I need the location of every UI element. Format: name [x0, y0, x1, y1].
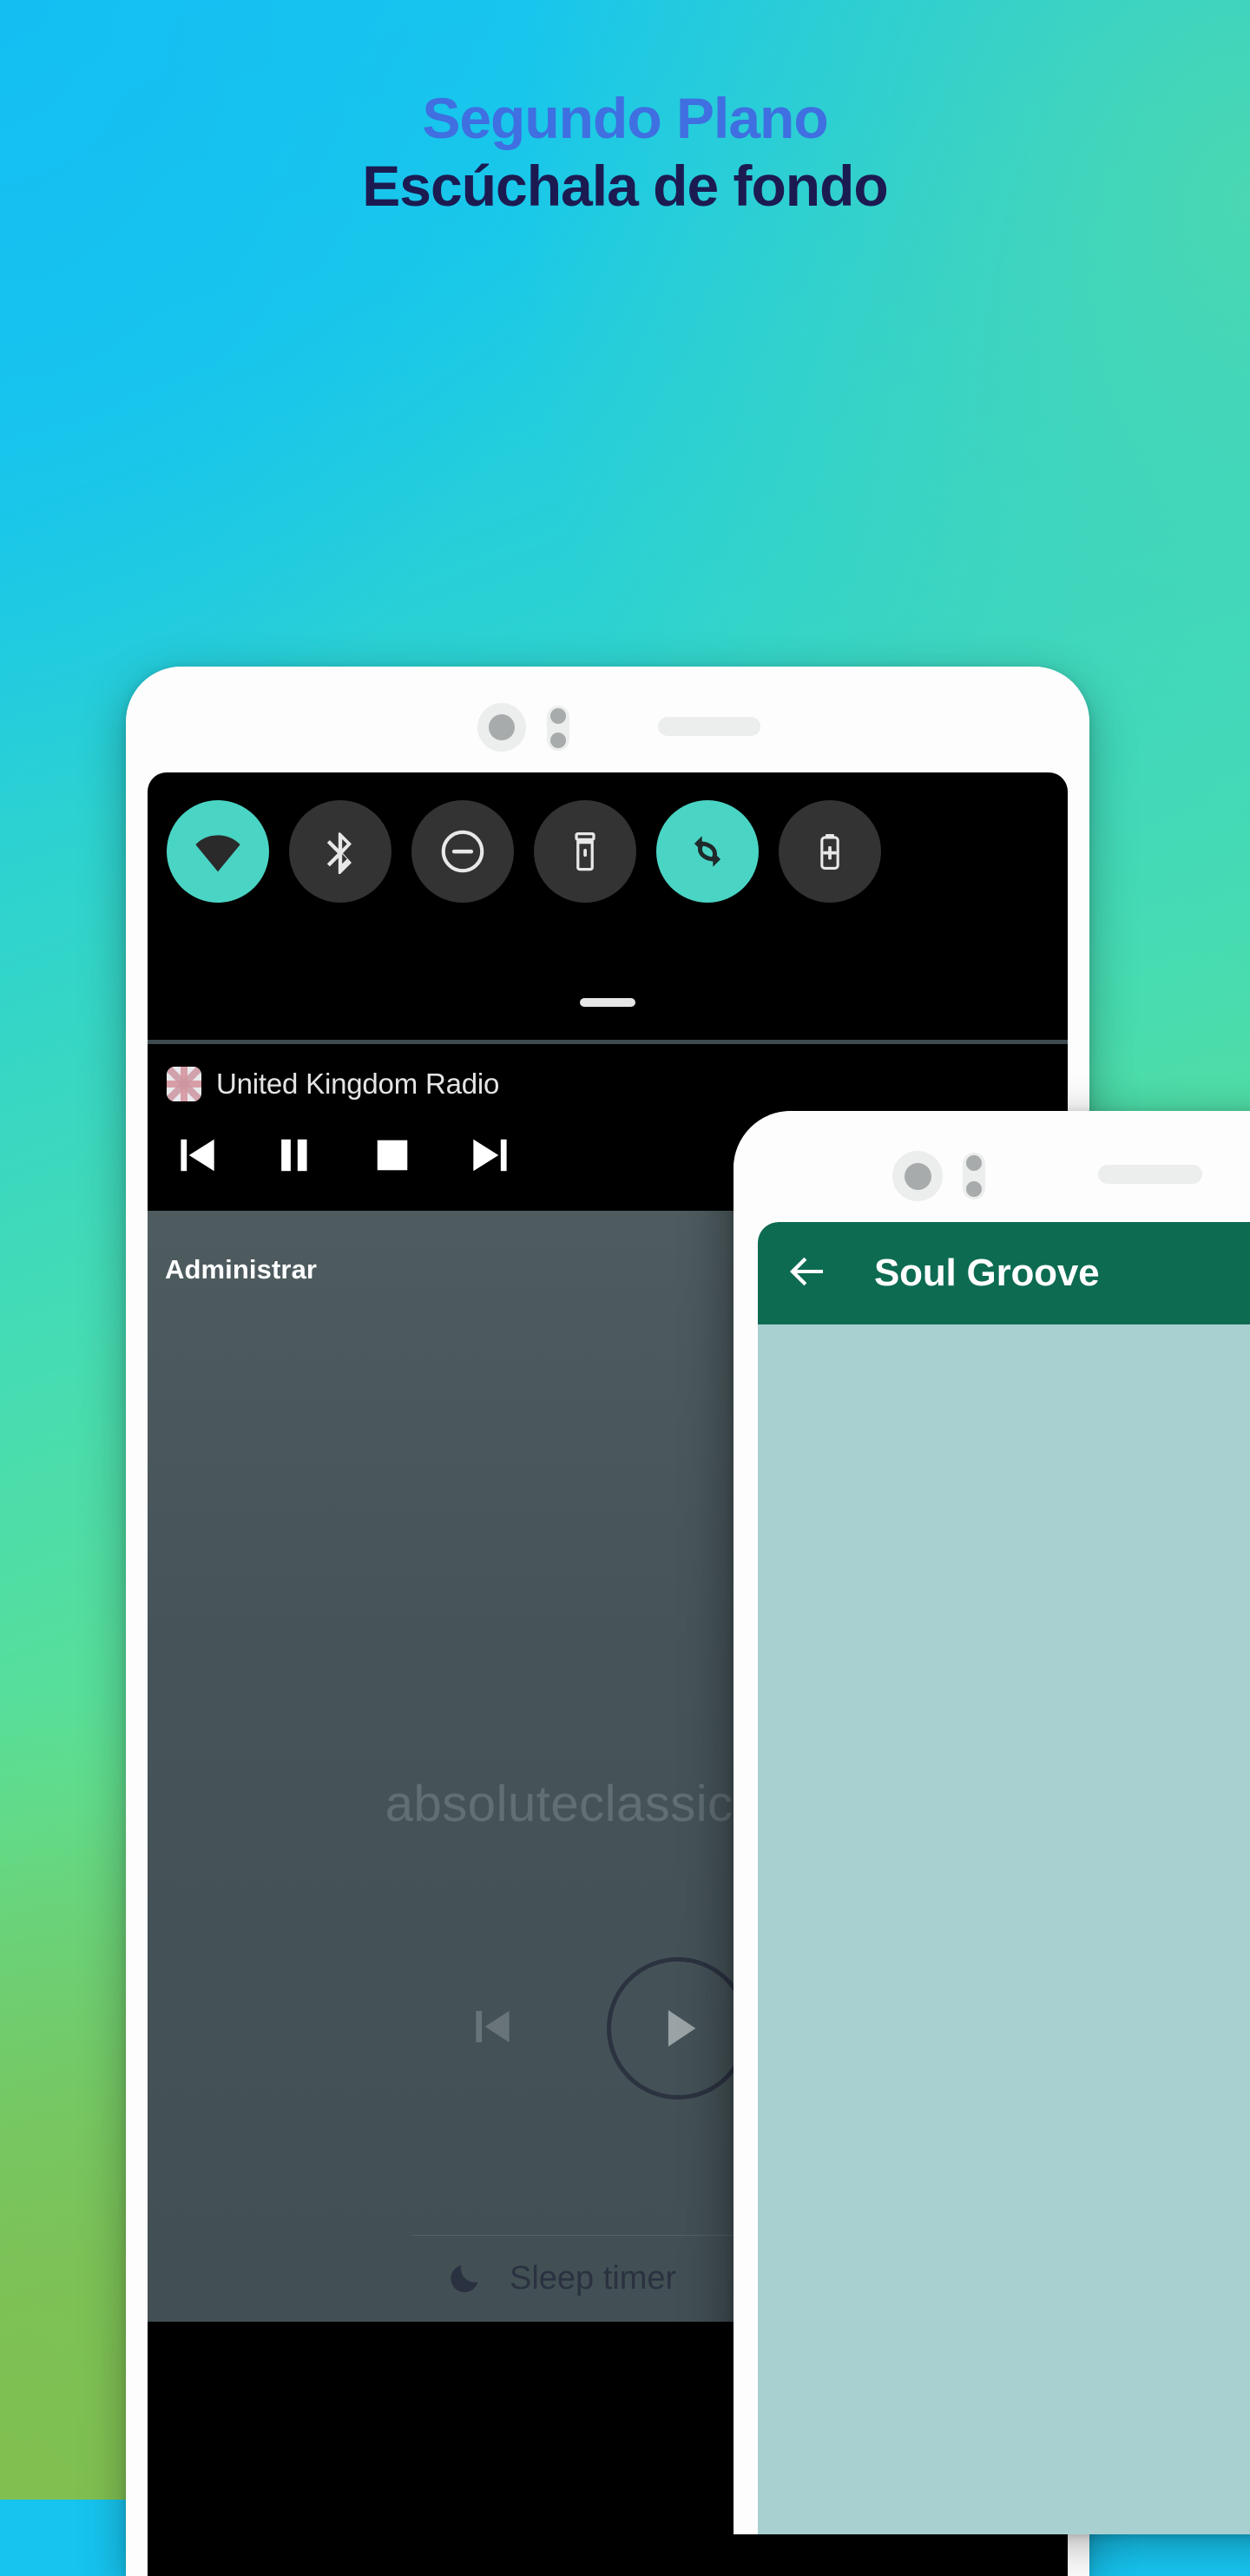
bluetooth-icon	[318, 829, 363, 874]
shade-drag-handle[interactable]	[148, 965, 1068, 1040]
uk-flag-icon	[167, 1067, 201, 1101]
proximity-sensor-icon	[547, 706, 569, 751]
phone2-content-area	[758, 1324, 1250, 2534]
quick-tile-do-not-disturb[interactable]	[411, 800, 514, 903]
media-station-title: United Kingdom Radio	[216, 1068, 500, 1100]
media-stop-button[interactable]	[366, 1129, 418, 1181]
earpiece-speaker-icon	[658, 717, 760, 736]
player-previous-button[interactable]	[466, 2000, 520, 2058]
media-notification-header: United Kingdom Radio	[167, 1067, 1049, 1101]
quick-tile-flashlight[interactable]	[534, 800, 636, 903]
quick-tile-auto-rotate[interactable]	[656, 800, 759, 903]
back-button[interactable]	[784, 1248, 831, 1299]
headline-primary: Segundo Plano	[422, 86, 828, 150]
quick-tile-bluetooth[interactable]	[289, 800, 391, 903]
auto-rotate-icon	[684, 828, 731, 875]
media-pause-button[interactable]	[269, 1129, 321, 1181]
phone1-top-bezel	[126, 667, 1089, 772]
sleep-timer-label: Sleep timer	[510, 2260, 677, 2297]
moon-icon	[447, 2257, 485, 2300]
player-play-button[interactable]	[607, 1957, 749, 2100]
front-camera-icon	[477, 703, 526, 752]
quick-tile-wifi[interactable]	[167, 800, 269, 903]
proximity-sensor-icon	[963, 1153, 985, 1199]
front-camera-icon	[892, 1151, 943, 1201]
arrow-left-icon	[784, 1257, 831, 1298]
media-next-button[interactable]	[464, 1129, 516, 1181]
wifi-icon	[194, 827, 242, 876]
quick-settings-row	[148, 772, 1068, 903]
phone-mockup-front: Soul Groove	[734, 1111, 1250, 2534]
drag-handle-bar	[580, 998, 635, 1007]
app-bar-title: Soul Groove	[874, 1252, 1100, 1294]
earpiece-speaker-icon	[1098, 1165, 1202, 1184]
flashlight-icon	[562, 829, 608, 874]
headline-secondary: Escúchala de fondo	[362, 153, 888, 218]
battery-saver-icon	[808, 830, 852, 873]
phone2-screen: Soul Groove	[758, 1222, 1250, 2534]
phone2-top-bezel	[734, 1111, 1250, 1222]
quick-tile-battery-saver[interactable]	[779, 800, 881, 903]
do-not-disturb-icon	[438, 826, 488, 877]
headline-block: Segundo Plano Escúchala de fondo	[0, 86, 1250, 219]
media-previous-button[interactable]	[172, 1129, 224, 1181]
app-bar: Soul Groove	[758, 1222, 1250, 1324]
